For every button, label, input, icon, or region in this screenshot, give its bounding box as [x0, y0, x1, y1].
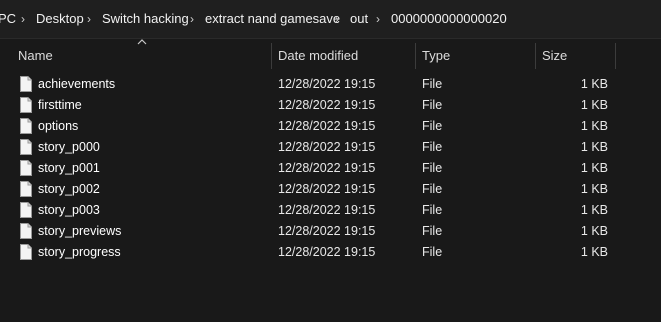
column-header-date-modified[interactable]: Date modified: [278, 43, 358, 69]
column-divider[interactable]: [271, 43, 272, 69]
file-date-modified: 12/28/2022 19:15: [278, 182, 376, 196]
file-icon: [20, 181, 32, 197]
file-size: 1 KB: [580, 245, 608, 259]
chevron-right-icon[interactable]: ›: [87, 0, 91, 38]
file-icon: [20, 202, 32, 218]
file-type: File: [422, 140, 443, 154]
column-header-type[interactable]: Type: [422, 43, 450, 69]
file-type: File: [422, 98, 443, 112]
file-date-modified: 12/28/2022 19:15: [278, 98, 376, 112]
file-date-modified: 12/28/2022 19:15: [278, 224, 376, 238]
file-name: story_progress: [38, 245, 121, 259]
file-size: 1 KB: [580, 77, 608, 91]
table-row[interactable]: firsttime 12/28/2022 19:15 File 1 KB: [0, 95, 661, 116]
table-row[interactable]: story_progress 12/28/2022 19:15 File 1 K…: [0, 242, 661, 263]
file-size: 1 KB: [580, 119, 608, 133]
chevron-right-icon[interactable]: ›: [21, 0, 25, 38]
table-row[interactable]: story_previews 12/28/2022 19:15 File 1 K…: [0, 221, 661, 242]
file-name: story_p003: [38, 203, 100, 217]
file-type: File: [422, 161, 443, 175]
breadcrumb-item-out[interactable]: out: [350, 0, 368, 38]
file-name: achievements: [38, 77, 116, 91]
file-icon: [20, 160, 32, 176]
table-row[interactable]: achievements 12/28/2022 19:15 File 1 KB: [0, 74, 661, 95]
file-size: 1 KB: [580, 182, 608, 196]
breadcrumb: PC › Desktop › Switch hacking › extract …: [0, 0, 661, 39]
file-size: 1 KB: [580, 203, 608, 217]
file-date-modified: 12/28/2022 19:15: [278, 119, 376, 133]
file-type: File: [422, 182, 443, 196]
file-date-modified: 12/28/2022 19:15: [278, 77, 376, 91]
file-type: File: [422, 245, 443, 259]
file-size: 1 KB: [580, 98, 608, 112]
file-date-modified: 12/28/2022 19:15: [278, 140, 376, 154]
file-icon: [20, 139, 32, 155]
table-row[interactable]: story_p000 12/28/2022 19:15 File 1 KB: [0, 137, 661, 158]
column-header-name[interactable]: Name: [18, 43, 53, 69]
breadcrumb-item-pc[interactable]: PC: [0, 0, 16, 38]
column-header-row: Name Date modified Type Size: [0, 43, 661, 69]
file-size: 1 KB: [580, 224, 608, 238]
file-list: achievements 12/28/2022 19:15 File 1 KB …: [0, 74, 661, 263]
chevron-right-icon[interactable]: ›: [190, 0, 194, 38]
table-row[interactable]: story_p003 12/28/2022 19:15 File 1 KB: [0, 200, 661, 221]
file-name: story_previews: [38, 224, 122, 238]
chevron-right-icon[interactable]: ›: [335, 0, 339, 38]
breadcrumb-item-switch-hacking[interactable]: Switch hacking: [102, 0, 189, 38]
file-icon: [20, 97, 32, 113]
file-type: File: [422, 77, 443, 91]
column-divider[interactable]: [535, 43, 536, 69]
breadcrumb-item-desktop[interactable]: Desktop: [36, 0, 84, 38]
file-icon: [20, 118, 32, 134]
file-type: File: [422, 224, 443, 238]
file-type: File: [422, 119, 443, 133]
file-icon: [20, 223, 32, 239]
breadcrumb-item-extract-nand-gamesave[interactable]: extract nand gamesave: [205, 0, 340, 38]
file-name: firsttime: [38, 98, 82, 112]
chevron-right-icon[interactable]: ›: [376, 0, 380, 38]
column-divider[interactable]: [615, 43, 616, 69]
file-name: story_p001: [38, 161, 100, 175]
column-divider[interactable]: [415, 43, 416, 69]
file-size: 1 KB: [580, 140, 608, 154]
file-date-modified: 12/28/2022 19:15: [278, 245, 376, 259]
file-name: story_p002: [38, 182, 100, 196]
table-row[interactable]: options 12/28/2022 19:15 File 1 KB: [0, 116, 661, 137]
table-row[interactable]: story_p002 12/28/2022 19:15 File 1 KB: [0, 179, 661, 200]
file-icon: [20, 244, 32, 260]
column-header-size[interactable]: Size: [542, 43, 567, 69]
file-icon: [20, 76, 32, 92]
breadcrumb-item-current-folder[interactable]: 0000000000000020: [391, 0, 507, 38]
table-row[interactable]: story_p001 12/28/2022 19:15 File 1 KB: [0, 158, 661, 179]
file-name: options: [38, 119, 79, 133]
file-date-modified: 12/28/2022 19:15: [278, 203, 376, 217]
file-date-modified: 12/28/2022 19:15: [278, 161, 376, 175]
file-name: story_p000: [38, 140, 100, 154]
file-type: File: [422, 203, 443, 217]
file-size: 1 KB: [580, 161, 608, 175]
